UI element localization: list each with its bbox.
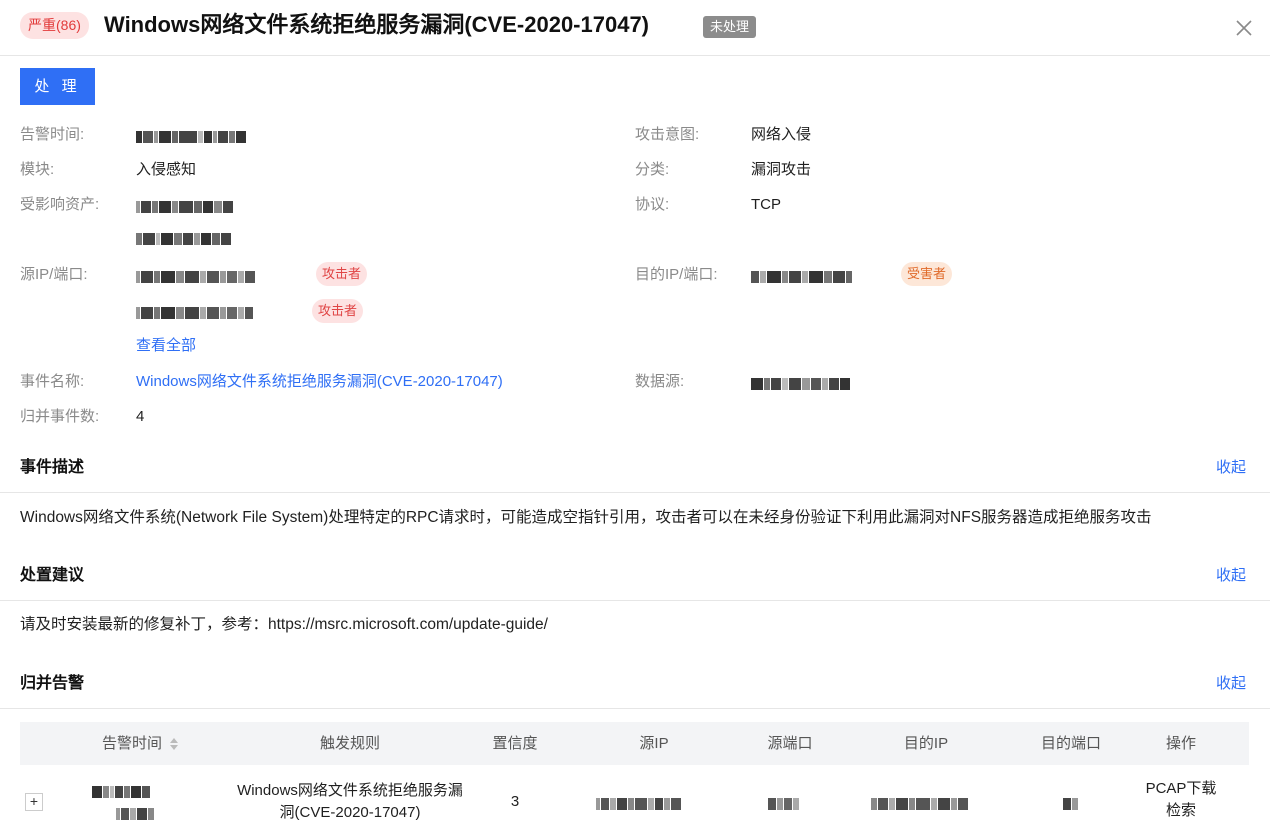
view-all-link[interactable]: 查看全部 [136, 336, 196, 356]
category-label: 分类: [635, 161, 670, 178]
rule-line: Windows网络文件系统拒绝服务漏 [237, 782, 463, 799]
rule-cell: Windows网络文件系统拒绝服务漏 洞(CVE-2020-17047) [230, 780, 470, 824]
attacker-tag: 攻击者 [312, 299, 364, 323]
column-header-rule: 触发规则 [319, 735, 380, 752]
alert-time-masked [116, 805, 155, 820]
column-header-dst-port: 目的端口 [1040, 735, 1101, 752]
description-title: 事件描述 [20, 459, 85, 476]
merged-count-value: 4 [136, 408, 145, 425]
advice-title: 处置建议 [20, 567, 85, 584]
protocol-value: TCP [751, 196, 781, 213]
dst-port-masked [1063, 795, 1079, 810]
attacker-tag: 攻击者 [316, 262, 368, 286]
sort-icon[interactable] [170, 738, 178, 751]
affected-asset-masked [136, 198, 234, 213]
dst-ip-label: 目的IP/端口: [635, 266, 718, 283]
table-header: 告警时间 触发规则 置信度 源IP 源端口 目的IP 目的端口 操作 [20, 722, 1249, 765]
column-header-src-port: 源端口 [767, 735, 813, 752]
src-ip-masked [136, 268, 256, 283]
divider [0, 492, 1270, 493]
module-label: 模块: [20, 161, 55, 178]
status-badge: 未处理 [703, 16, 757, 38]
data-source-label: 数据源: [635, 373, 685, 390]
alert-time-masked [136, 128, 247, 143]
rule-line: 洞(CVE-2020-17047) [279, 804, 421, 821]
merged-count-label: 归并事件数: [20, 408, 100, 425]
close-icon[interactable] [1234, 18, 1254, 38]
category-value: 漏洞攻击 [751, 161, 812, 178]
advice-text: 请及时安装最新的修复补丁，参考：https://msrc.microsoft.c… [20, 616, 548, 633]
merged-alerts-title: 归并告警 [20, 675, 85, 692]
protocol-label: 协议: [635, 196, 670, 213]
column-label: 告警时间 [101, 735, 162, 752]
table-row: + Windows网络文件系统拒绝服务漏 洞(CVE-2020-17047) 3… [20, 765, 1249, 832]
src-port-masked [768, 795, 800, 810]
data-source-masked [751, 375, 851, 390]
pcap-download-link[interactable]: PCAP下载 [1131, 778, 1231, 800]
affected-asset-label: 受影响资产: [20, 196, 100, 213]
divider [0, 600, 1270, 601]
dialog-header: 严重(86) Windows网络文件系统拒绝服务漏洞(CVE-2020-1704… [0, 0, 1270, 56]
process-button[interactable]: 处 理 [20, 68, 95, 105]
dst-ip-masked [871, 795, 969, 810]
src-ip-label: 源IP/端口: [20, 266, 88, 283]
module-value: 入侵感知 [136, 161, 197, 178]
event-name-link[interactable]: Windows网络文件系统拒绝服务漏洞(CVE-2020-17047) [136, 372, 503, 392]
column-header-src-ip: 源IP [639, 735, 669, 752]
advice-collapse-link[interactable]: 收起 [1216, 565, 1246, 587]
merged-collapse-link[interactable]: 收起 [1216, 673, 1246, 695]
column-header-dst-ip: 目的IP [903, 735, 949, 752]
dialog-title: Windows网络文件系统拒绝服务漏洞(CVE-2020-17047) [104, 12, 650, 37]
divider [0, 708, 1270, 709]
column-header-alert-time[interactable]: 告警时间 [60, 722, 220, 765]
severity-badge: 严重(86) [20, 12, 89, 39]
expand-row-button[interactable]: + [25, 793, 43, 811]
merged-alerts-table: 告警时间 触发规则 置信度 源IP 源端口 目的IP 目的端口 操作 + Win… [20, 722, 1249, 832]
src-ip-masked [136, 304, 254, 319]
description-collapse-link[interactable]: 收起 [1216, 457, 1246, 479]
description-text: Windows网络文件系统(Network File System)处理特定的R… [20, 509, 1152, 526]
alert-time-label: 告警时间: [20, 126, 85, 143]
attack-intent-label: 攻击意图: [635, 126, 700, 143]
event-name-label: 事件名称: [20, 373, 85, 390]
dst-ip-masked [751, 268, 853, 283]
victim-tag: 受害者 [901, 262, 953, 286]
search-link[interactable]: 检索 [1131, 800, 1231, 822]
affected-asset-masked [136, 230, 232, 245]
column-header-actions: 操作 [1165, 735, 1196, 752]
alert-time-masked [92, 783, 151, 798]
src-ip-masked [596, 795, 682, 810]
column-header-confidence: 置信度 [492, 735, 538, 752]
attack-intent-value: 网络入侵 [751, 126, 812, 143]
confidence-cell: 3 [510, 793, 520, 810]
